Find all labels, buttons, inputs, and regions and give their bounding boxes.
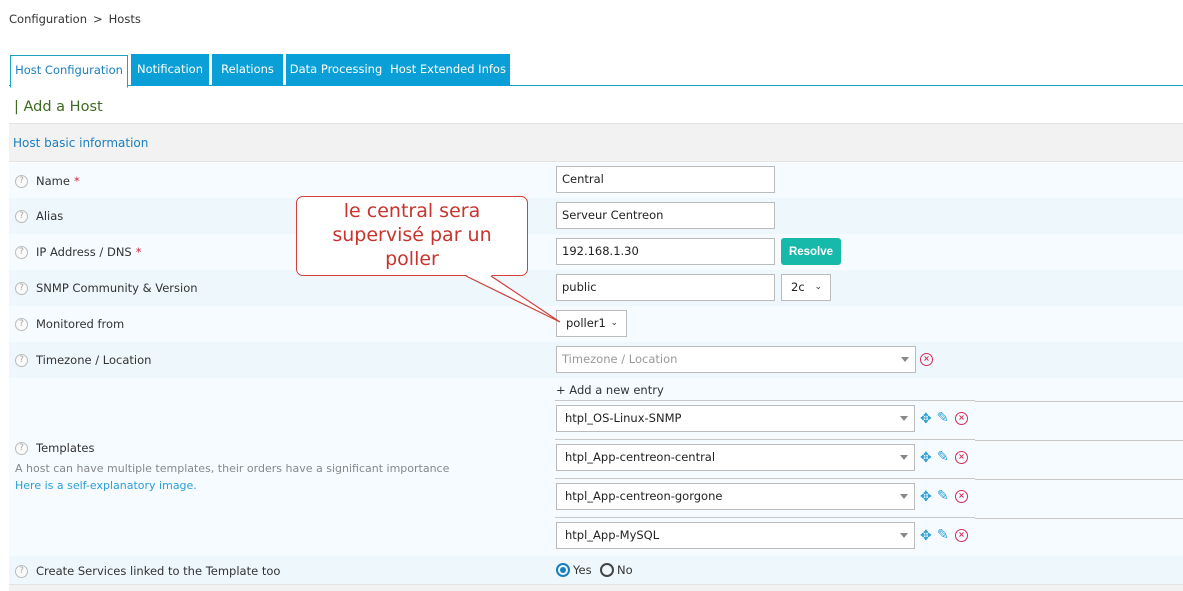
template-select[interactable]: htpl_App-centreon-gorgone [556,483,915,510]
template-value: htpl_App-MySQL [565,528,660,542]
label-name: Name [36,174,70,188]
chevron-down-icon: ⌄ [610,318,618,328]
breadcrumb-separator: > [93,12,103,26]
label-create-services: Create Services linked to the Template t… [36,564,281,578]
dropdown-arrow-icon [900,455,908,460]
edit-icon[interactable]: ✎ [937,411,949,425]
divider [975,518,1183,519]
callout-line: le central sera [343,200,481,222]
template-value: htpl_App-centreon-gorgone [565,489,723,503]
templates-description: A host can have multiple templates, thei… [15,462,450,475]
remove-icon[interactable]: × [955,490,968,503]
edit-icon[interactable]: ✎ [937,528,949,542]
label-ip: IP Address / DNS [36,245,132,259]
divider [555,439,975,440]
move-icon[interactable]: ✥ [920,490,932,504]
template-select[interactable]: htpl_App-MySQL [556,522,915,549]
add-template-entry-link[interactable]: + Add a new entry [556,383,664,397]
radio-yes-label: Yes [573,563,592,577]
alias-input[interactable]: Serveur Centreon [556,202,775,229]
tab-host-extended-infos[interactable]: Host Extended Infos [386,54,510,86]
template-select[interactable]: htpl_OS-Linux-SNMP [556,405,915,432]
section-footer [9,584,1183,591]
tab-data-processing[interactable]: Data Processing [286,54,386,86]
dropdown-arrow-icon [900,494,908,499]
edit-icon[interactable]: ✎ [937,489,949,503]
remove-icon[interactable]: × [955,412,968,425]
dropdown-arrow-icon [900,533,908,538]
move-icon[interactable]: ✥ [920,451,932,465]
callout-line: poller [385,248,439,270]
help-icon[interactable]: ? [15,281,28,295]
timezone-select[interactable]: Timezone / Location [556,346,916,373]
help-icon[interactable]: ? [15,353,28,367]
remove-icon[interactable]: × [955,451,968,464]
required-marker: * [135,245,142,259]
monitored-from-value: poller1 [566,316,606,330]
callout-line: supervisé par un [332,224,492,246]
help-icon[interactable]: ? [15,245,28,259]
required-marker: * [73,174,80,188]
row-create-services: ? Create Services linked to the Template … [9,556,1183,584]
divider [975,401,1183,402]
ip-address-input[interactable]: 192.168.1.30 [556,238,775,265]
name-input[interactable]: Central [556,166,775,193]
help-icon[interactable]: ? [15,564,28,578]
help-icon[interactable]: ? [15,174,28,188]
move-icon[interactable]: ✥ [920,412,932,426]
help-icon[interactable]: ? [15,317,28,331]
dropdown-arrow-icon [900,416,908,421]
dropdown-arrow-icon [901,357,909,362]
remove-icon[interactable]: × [955,529,968,542]
tab-bar: Host Configuration Notification Relation… [9,54,1183,88]
tab-relations[interactable]: Relations [212,54,283,86]
snmp-version-value: 2c [791,280,805,294]
snmp-version-select[interactable]: 2c ⌄ [781,274,831,301]
divider [555,478,975,479]
label-monitored-from: Monitored from [36,317,125,331]
monitored-from-select[interactable]: poller1 ⌄ [556,310,627,337]
clear-timezone-icon[interactable]: × [920,353,933,366]
template-value: htpl_App-centreon-central [565,450,716,464]
label-snmp: SNMP Community & Version [36,281,198,295]
tab-notification[interactable]: Notification [131,54,209,86]
timezone-placeholder: Timezone / Location [562,352,678,366]
label-alias: Alias [36,209,64,223]
edit-icon[interactable]: ✎ [937,450,949,464]
help-icon[interactable]: ? [15,441,28,455]
radio-checked-icon [556,563,570,577]
divider [975,479,1183,480]
radio-unchecked-icon [600,563,614,577]
template-select[interactable]: htpl_App-centreon-central [556,444,915,471]
breadcrumb: Configuration > Hosts [9,12,141,26]
breadcrumb-hosts[interactable]: Hosts [109,12,141,26]
label-templates: Templates [36,441,95,455]
create-services-yes-radio[interactable]: Yes [556,563,592,577]
move-icon[interactable]: ✥ [920,529,932,543]
divider [975,440,1183,441]
divider [555,517,975,518]
page-title: | Add a Host [14,99,103,115]
template-value: htpl_OS-Linux-SNMP [565,411,682,425]
create-services-no-radio[interactable]: No [600,563,633,577]
divider [555,400,975,401]
chevron-down-icon: ⌄ [814,282,822,292]
annotation-callout: le central sera supervisé par un poller [296,196,528,276]
label-timezone: Timezone / Location [36,353,152,367]
templates-help-link[interactable]: Here is a self-explanatory image. [15,479,197,492]
tab-host-configuration[interactable]: Host Configuration [10,55,128,88]
radio-no-label: No [617,563,633,577]
resolve-button[interactable]: Resolve [781,238,841,265]
snmp-community-input[interactable]: public [556,274,775,301]
section-header: Host basic information [9,123,1183,162]
breadcrumb-configuration[interactable]: Configuration [9,12,87,26]
help-icon[interactable]: ? [15,209,28,223]
